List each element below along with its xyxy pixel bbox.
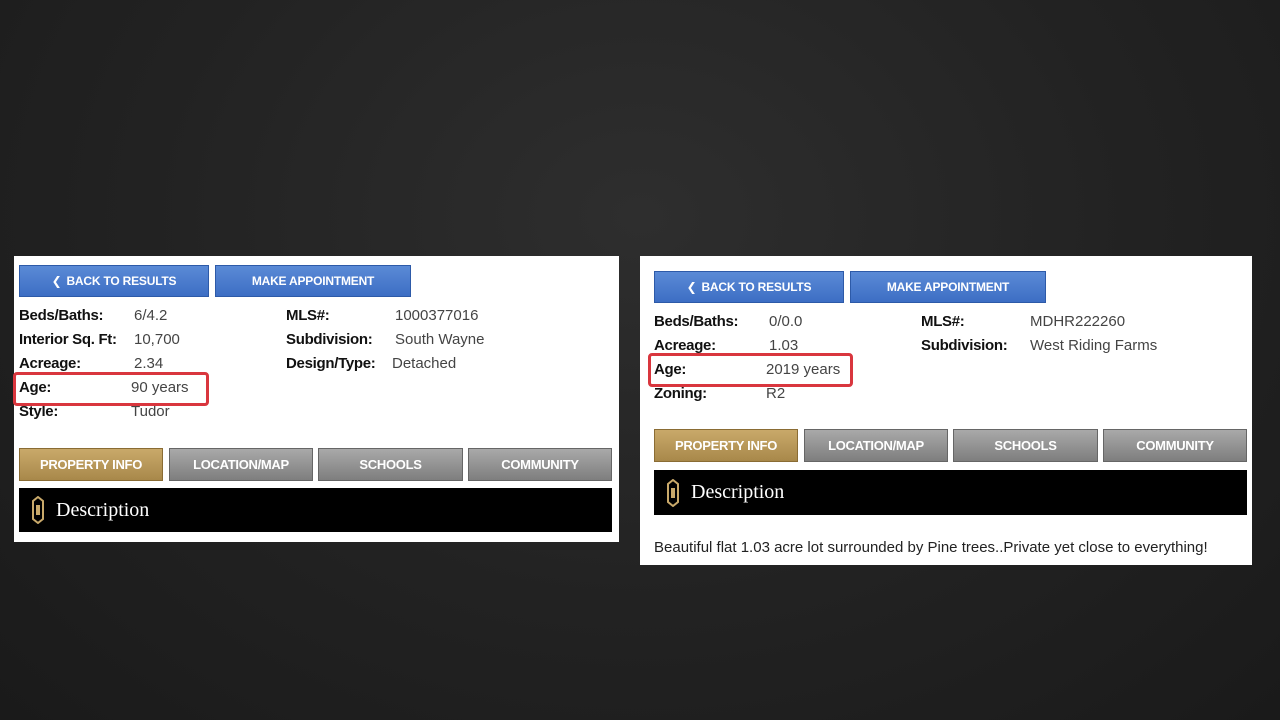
make-appointment-button[interactable]: MAKE APPOINTMENT xyxy=(850,271,1046,303)
tab-location-map[interactable]: LOCATION/MAP xyxy=(804,429,948,462)
detail-label: Subdivision: xyxy=(286,331,373,348)
tab-schools[interactable]: SCHOOLS xyxy=(953,429,1098,462)
back-to-results-label: BACK TO RESULTS xyxy=(701,280,812,294)
detail-value: MDHR222260 xyxy=(1030,313,1126,330)
detail-value: 1000377016 xyxy=(395,307,479,324)
detail-value: 2.34 xyxy=(134,355,164,372)
detail-label: MLS#: xyxy=(921,313,965,330)
detail-value: 6/4.2 xyxy=(134,307,168,324)
detail-value: Detached xyxy=(392,355,457,372)
detail-label: Acreage: xyxy=(19,355,81,372)
lantern-logo-icon xyxy=(32,496,44,524)
tab-property-info[interactable]: PROPERTY INFO xyxy=(654,429,798,462)
description-title: Description xyxy=(691,481,785,503)
detail-value: South Wayne xyxy=(395,331,485,348)
tab-community[interactable]: COMMUNITY xyxy=(468,448,612,481)
tab-property-info[interactable]: PROPERTY INFO xyxy=(19,448,163,481)
description-header: Description xyxy=(654,470,1247,515)
tab-community[interactable]: COMMUNITY xyxy=(1103,429,1247,462)
listing-panel-left: ❮ BACK TO RESULTS MAKE APPOINTMENT Beds/… xyxy=(13,256,619,542)
age-highlight-box xyxy=(648,353,853,387)
lantern-logo-icon xyxy=(667,478,679,507)
detail-label: Design/Type: xyxy=(286,355,376,372)
back-to-results-button[interactable]: ❮ BACK TO RESULTS xyxy=(19,265,209,297)
detail-label: Interior Sq. Ft: xyxy=(19,331,117,348)
chevron-left-icon: ❮ xyxy=(51,274,62,288)
detail-value: 10,700 xyxy=(134,331,180,348)
detail-label: Zoning: xyxy=(654,385,707,402)
make-appointment-label: MAKE APPOINTMENT xyxy=(886,280,1010,294)
detail-value: R2 xyxy=(766,385,786,402)
detail-label: Subdivision: xyxy=(921,337,1008,354)
back-to-results-label: BACK TO RESULTS xyxy=(66,274,177,288)
detail-label: Beds/Baths: xyxy=(654,313,739,330)
tab-schools[interactable]: SCHOOLS xyxy=(318,448,463,481)
description-header: Description xyxy=(19,488,612,532)
detail-value: 0/0.0 xyxy=(769,313,803,330)
detail-label: Beds/Baths: xyxy=(19,307,104,324)
back-to-results-button[interactable]: ❮ BACK TO RESULTS xyxy=(654,271,844,303)
description-title: Description xyxy=(56,498,150,521)
tab-location-map[interactable]: LOCATION/MAP xyxy=(169,448,313,481)
make-appointment-label: MAKE APPOINTMENT xyxy=(251,274,375,288)
listing-panel-right: ❮ BACK TO RESULTS MAKE APPOINTMENT Beds/… xyxy=(640,256,1252,565)
description-text: Beautiful flat 1.03 acre lot surrounded … xyxy=(654,539,1208,556)
age-highlight-box xyxy=(13,372,209,406)
make-appointment-button[interactable]: MAKE APPOINTMENT xyxy=(215,265,411,297)
chevron-left-icon: ❮ xyxy=(686,280,697,294)
detail-value: West Riding Farms xyxy=(1030,337,1158,354)
detail-label: MLS#: xyxy=(286,307,330,324)
